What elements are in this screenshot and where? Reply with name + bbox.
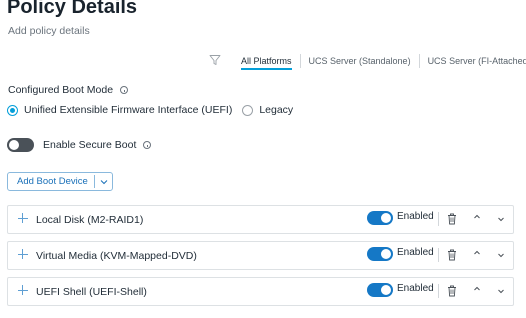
boot-device-toggle[interactable] [367,211,393,225]
row-divider [438,248,439,262]
row-divider [438,212,439,226]
boot-device-row[interactable]: UEFI Shell (UEFI-Shell) Enabled [7,277,514,306]
row-divider [438,284,439,298]
boot-device-name: Virtual Media (KVM-Mapped-DVD) [36,250,197,262]
secure-boot-label: Enable Secure Boot [43,139,137,151]
boot-device-status: Enabled [397,247,434,258]
radio-legacy-label[interactable]: Legacy [259,104,293,116]
boot-mode-heading: Configured Boot Mode [8,84,129,96]
boot-device-row[interactable]: Virtual Media (KVM-Mapped-DVD) Enabled [7,241,514,270]
chevron-up-icon[interactable] [472,284,482,294]
add-boot-device-button[interactable]: Add Boot Device [7,172,113,191]
secure-boot-row: Enable Secure Boot [7,138,152,152]
tab-ucs-server-fi-attached[interactable]: UCS Server (FI-Attached) [420,52,526,70]
radio-uefi-label[interactable]: Unified Extensible Firmware Interface (U… [24,104,232,116]
trash-icon[interactable] [447,213,457,225]
boot-device-name: UEFI Shell (UEFI-Shell) [36,286,147,298]
chevron-down-icon[interactable] [496,214,506,224]
plus-icon[interactable] [18,285,28,295]
info-icon[interactable] [143,141,152,149]
trash-icon[interactable] [447,249,457,261]
info-icon[interactable] [120,86,129,94]
secure-boot-toggle[interactable] [7,138,34,152]
tab-all-platforms[interactable]: All Platforms [233,52,300,70]
platform-tabs: All Platforms UCS Server (Standalone) UC… [233,52,526,72]
page-title: Policy Details [7,0,138,18]
boot-device-toggle[interactable] [367,247,393,261]
boot-mode-label: Configured Boot Mode [8,84,114,96]
boot-device-row[interactable]: Local Disk (M2-RAID1) Enabled [7,205,514,234]
chevron-down-icon[interactable] [95,179,112,185]
plus-icon[interactable] [18,213,28,223]
radio-legacy[interactable] [242,104,254,116]
page-subtitle: Add policy details [8,25,90,37]
trash-icon[interactable] [447,285,457,297]
add-boot-device-label[interactable]: Add Boot Device [8,176,94,187]
chevron-up-icon[interactable] [472,248,482,258]
chevron-down-icon[interactable] [496,250,506,260]
boot-device-toggle[interactable] [367,283,393,297]
boot-device-name: Local Disk (M2-RAID1) [36,214,144,226]
filter-icon[interactable] [209,54,221,66]
boot-device-status: Enabled [397,283,434,294]
boot-mode-radio-group: Unified Extensible Firmware Interface (U… [7,104,303,116]
tab-ucs-server-standalone[interactable]: UCS Server (Standalone) [301,52,419,70]
boot-device-status: Enabled [397,211,434,222]
chevron-up-icon[interactable] [472,212,482,222]
radio-uefi[interactable] [7,104,18,116]
plus-icon[interactable] [18,249,28,259]
chevron-down-icon[interactable] [496,286,506,296]
